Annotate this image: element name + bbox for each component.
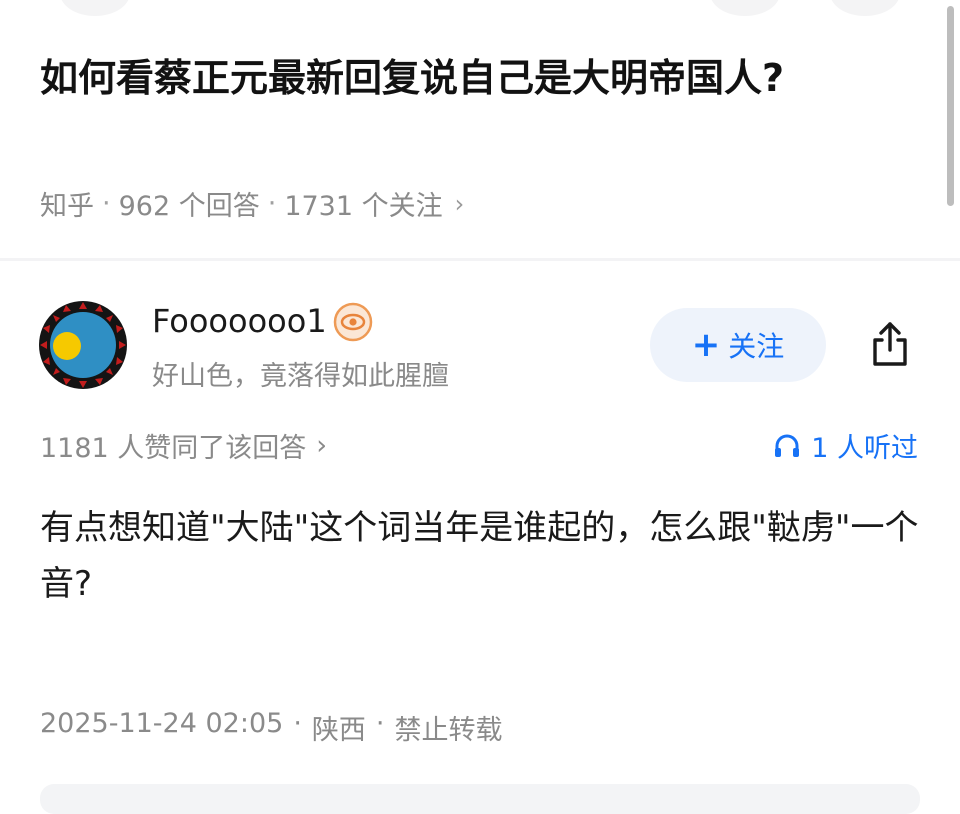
scrollbar[interactable] <box>947 6 954 206</box>
question-meta[interactable]: 知乎 · 962 个回答 · 1731 个关注 › <box>40 184 464 223</box>
question-title[interactable]: 如何看蔡正元最新回复说自己是大明帝国人? <box>40 46 900 110</box>
separator-dot: · <box>293 708 302 739</box>
chevron-right-icon: › <box>316 430 328 461</box>
chevron-right-icon: › <box>454 189 465 218</box>
copyright-notice: 禁止转载 <box>394 715 503 746</box>
listen-label: 1 人听过 <box>811 433 918 464</box>
answer-content[interactable]: 有点想知道"大陆"这个词当年是谁起的，怎么跟"鞑虏"一个音? <box>40 500 920 612</box>
answer-footer: 2025-11-24 02:05 · 陕西 · 禁止转载 <box>40 708 503 747</box>
separator-dot: · <box>375 708 385 739</box>
follow-label: 关注 <box>728 330 785 363</box>
upvote-count[interactable]: 1181 人赞同了该回答 › <box>40 426 327 465</box>
bottom-bar[interactable] <box>40 784 920 814</box>
source-name: 知乎 <box>40 191 94 222</box>
share-icon[interactable] <box>862 316 918 372</box>
answer-date: 2025-11-24 02:05 <box>40 708 284 739</box>
answer-count: 962 个回答 <box>118 191 260 222</box>
partial-top-button[interactable] <box>60 0 130 16</box>
eye-badge-icon <box>333 302 373 342</box>
follow-button[interactable]: + 关注 <box>650 308 826 382</box>
plus-icon: + <box>691 325 721 365</box>
listen-count[interactable]: 1 人听过 <box>771 426 918 465</box>
author-name[interactable]: Fooooooo1 <box>152 302 327 340</box>
answer-location: 陕西 <box>311 715 366 746</box>
avatar[interactable] <box>38 300 128 390</box>
separator-dot: · <box>267 188 277 219</box>
author-bio: 好山色，竟落得如此腥膻 <box>152 361 449 392</box>
partial-top-button[interactable] <box>710 0 780 16</box>
top-partial-bar <box>0 0 960 20</box>
headphones-icon <box>775 434 800 457</box>
upvote-label: 1181 人赞同了该回答 <box>40 433 307 464</box>
partial-top-button[interactable] <box>830 0 900 16</box>
section-divider <box>0 258 960 261</box>
follow-count: 1731 个关注 <box>284 191 443 222</box>
separator-dot: · <box>102 188 111 219</box>
